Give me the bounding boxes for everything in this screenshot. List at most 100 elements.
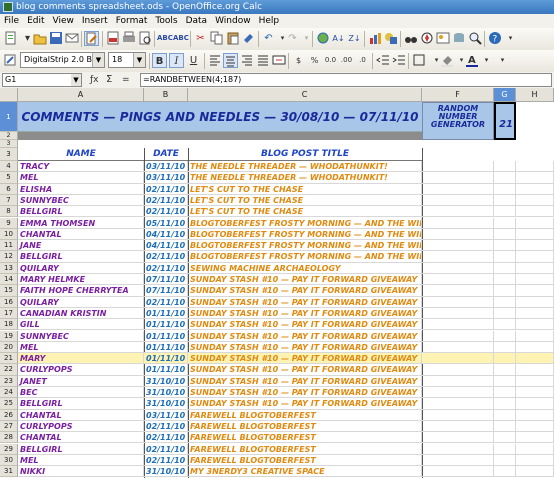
row-header[interactable]: 29 <box>0 443 18 455</box>
help-icon[interactable]: ? <box>487 31 502 46</box>
name-cell[interactable]: BEC <box>18 387 144 399</box>
date-cell[interactable]: 07/11/10 <box>144 274 188 286</box>
empty-cell-h[interactable] <box>516 240 554 252</box>
sort-ascending-icon[interactable]: A↓ <box>331 31 346 46</box>
name-cell[interactable]: BELLGIRL <box>18 251 144 263</box>
merge-cells-icon[interactable] <box>271 53 286 68</box>
empty-cell-g[interactable] <box>494 443 516 455</box>
post-title-cell[interactable]: SUNDAY STASH #10 — PAY IT FORWARD GIVEAW… <box>188 296 422 308</box>
empty-cell-h[interactable] <box>516 285 554 297</box>
empty-cell-f[interactable] <box>422 454 494 467</box>
empty-cell-f[interactable] <box>422 409 494 421</box>
row-header[interactable]: 9 <box>0 217 18 229</box>
date-cell[interactable]: 31/10/10 <box>144 375 188 387</box>
name-cell[interactable]: QUILARY <box>18 262 144 274</box>
row-header-3[interactable]: 3 <box>0 140 18 148</box>
name-cell[interactable]: CURLYPOPS <box>18 420 144 433</box>
menu-window[interactable]: Window <box>211 14 255 28</box>
empty-cell-h[interactable] <box>516 183 554 195</box>
empty-cell-h[interactable] <box>516 296 554 308</box>
row-header[interactable]: 14 <box>0 274 18 286</box>
empty-cell-f[interactable] <box>422 398 494 410</box>
empty-cell-g[interactable] <box>494 217 516 229</box>
date-cell[interactable]: 02/11/10 <box>144 206 188 218</box>
date-cell[interactable]: 02/11/10 <box>144 194 188 207</box>
row-header[interactable]: 23 <box>0 375 18 387</box>
date-cell[interactable]: 01/11/10 <box>144 353 188 365</box>
empty-cell-h[interactable] <box>516 262 554 274</box>
date-cell[interactable]: 02/11/10 <box>144 251 188 263</box>
name-box-dropdown-icon[interactable]: ▼ <box>71 74 81 86</box>
name-cell[interactable]: MEL <box>18 454 144 467</box>
menu-help[interactable]: Help <box>255 14 284 28</box>
date-cell[interactable]: 31/10/10 <box>144 387 188 399</box>
empty-cell-f[interactable] <box>422 432 494 444</box>
edit-file-icon[interactable] <box>84 31 99 46</box>
header-date[interactable]: DATE <box>144 148 188 161</box>
row-header[interactable]: 18 <box>0 319 18 331</box>
menu-tools[interactable]: Tools <box>151 14 181 28</box>
empty-cell-h[interactable] <box>516 194 554 207</box>
row-header[interactable]: 11 <box>0 240 18 252</box>
empty-cell-f[interactable] <box>422 285 494 297</box>
empty-cell-f[interactable] <box>422 296 494 308</box>
format-toolbar-options-icon[interactable]: ▾ <box>495 53 510 68</box>
align-right-icon[interactable] <box>239 53 254 68</box>
paste-icon[interactable] <box>225 31 240 46</box>
menu-edit[interactable]: Edit <box>23 14 48 28</box>
bold-button[interactable]: B <box>152 53 167 68</box>
header-blog-post-title[interactable]: BLOG POST TITLE <box>188 148 422 161</box>
copy-icon[interactable] <box>209 31 224 46</box>
empty-cell-f[interactable] <box>422 307 494 320</box>
print-icon[interactable] <box>121 31 136 46</box>
export-pdf-icon[interactable] <box>105 31 120 46</box>
date-cell[interactable]: 31/10/10 <box>144 466 188 478</box>
row-header[interactable]: 24 <box>0 387 18 399</box>
empty-cell-g[interactable] <box>494 364 516 376</box>
empty-cell-f[interactable] <box>422 262 494 274</box>
delete-decimal-icon[interactable]: .0 <box>355 53 370 68</box>
row-header[interactable]: 28 <box>0 432 18 444</box>
insert-chart-icon[interactable] <box>367 31 382 46</box>
italic-button[interactable]: I <box>169 53 184 68</box>
name-cell[interactable]: BELLGIRL <box>18 398 144 410</box>
empty-cell-f[interactable] <box>422 466 494 478</box>
date-cell[interactable]: 02/11/10 <box>144 443 188 455</box>
post-title-cell[interactable]: BLOGTOBERFEST FROSTY MORNING — AND THE W… <box>188 217 422 229</box>
name-cell[interactable]: BELLGIRL <box>18 443 144 455</box>
row-header[interactable]: 4 <box>0 161 18 173</box>
row-header[interactable]: 31 <box>0 466 18 478</box>
name-cell[interactable]: GILL <box>18 319 144 331</box>
row-header[interactable]: 6 <box>0 183 18 195</box>
spellcheck-icon[interactable]: ABC <box>157 31 173 46</box>
date-cell[interactable]: 07/11/10 <box>144 285 188 297</box>
column-header-a[interactable]: A <box>18 88 144 102</box>
date-cell[interactable]: 01/11/10 <box>144 307 188 320</box>
empty-cell-g[interactable] <box>494 454 516 467</box>
empty-cell-h[interactable] <box>516 341 554 354</box>
post-title-cell[interactable]: BLOGTOBERFEST FROSTY MORNING — AND THE W… <box>188 240 422 252</box>
post-title-cell[interactable]: FAREWELL BLOGTOBERFEST <box>188 409 422 421</box>
name-cell[interactable]: CHANTAL <box>18 228 144 241</box>
name-cell[interactable]: CURLYPOPS <box>18 364 144 376</box>
empty-cell-f[interactable] <box>422 364 494 376</box>
empty-cell-h[interactable] <box>516 307 554 320</box>
empty-cell-f[interactable] <box>422 161 494 173</box>
empty-cell-g[interactable] <box>494 341 516 354</box>
empty-cell-g[interactable] <box>494 172 516 184</box>
date-cell[interactable]: 01/11/10 <box>144 364 188 376</box>
empty-cell-g[interactable] <box>494 398 516 410</box>
date-cell[interactable]: 02/11/10 <box>144 262 188 274</box>
empty-cell-h[interactable] <box>516 274 554 286</box>
row-header[interactable]: 10 <box>0 228 18 241</box>
row-header-1[interactable]: 1 <box>0 102 18 132</box>
font-size-dropdown-icon[interactable]: ▼ <box>133 53 145 67</box>
toolbar-options-icon[interactable]: ▾ <box>503 31 518 46</box>
post-title-cell[interactable]: SUNDAY STASH #10 — PAY IT FORWARD GIVEAW… <box>188 364 422 376</box>
number-format-percent-icon[interactable]: % <box>307 53 322 68</box>
date-cell[interactable]: 31/10/10 <box>144 398 188 410</box>
post-title-cell[interactable]: SUNDAY STASH #10 — PAY IT FORWARD GIVEAW… <box>188 307 422 320</box>
empty-cell-f[interactable] <box>422 228 494 241</box>
font-size-combo[interactable]: 18 ▼ <box>108 52 146 68</box>
row-header[interactable]: 26 <box>0 409 18 421</box>
